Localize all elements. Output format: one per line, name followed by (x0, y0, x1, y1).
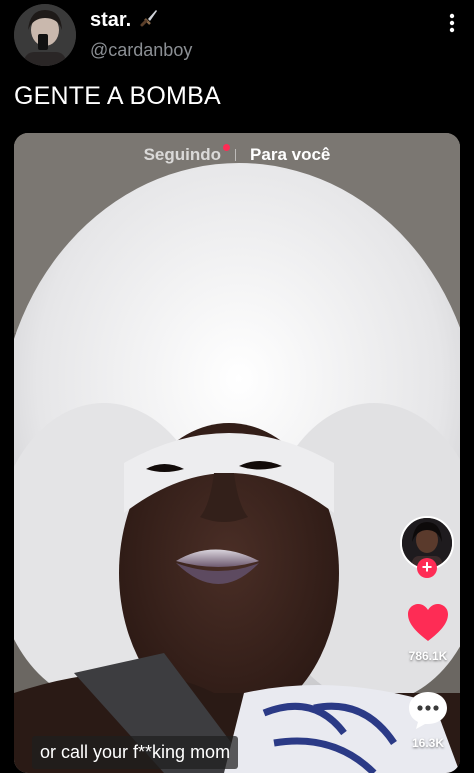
tweet-media-video[interactable]: Seguindo Para você + 786.1K 16.3K or cal… (14, 133, 460, 773)
video-frame (14, 133, 460, 773)
avatar[interactable] (14, 4, 76, 66)
video-caption: or call your f**king mom (32, 736, 239, 769)
dagger-icon (139, 8, 159, 33)
tab-divider (235, 149, 237, 161)
video-feed-tabs: Seguindo Para você (14, 144, 460, 165)
notification-dot (223, 144, 231, 151)
tweet-text: GENTE A BOMBA (14, 82, 221, 110)
display-name[interactable]: star. (90, 9, 131, 32)
comment-count: 16.3K (411, 736, 445, 750)
heart-icon[interactable] (406, 603, 450, 643)
follow-plus-icon[interactable]: + (417, 558, 437, 578)
tab-for-you[interactable]: Para você (250, 145, 330, 165)
like-count: 786.1K (408, 649, 448, 663)
tab-following-label: Seguindo (143, 145, 222, 164)
more-vertical-icon[interactable] (444, 10, 460, 38)
tab-following[interactable]: Seguindo (143, 144, 231, 165)
tweet-header: star. @cardanboy GENTE A BOMBA (0, 0, 474, 130)
comment-icon[interactable] (406, 688, 450, 732)
handle[interactable]: @cardanboy (90, 40, 192, 61)
